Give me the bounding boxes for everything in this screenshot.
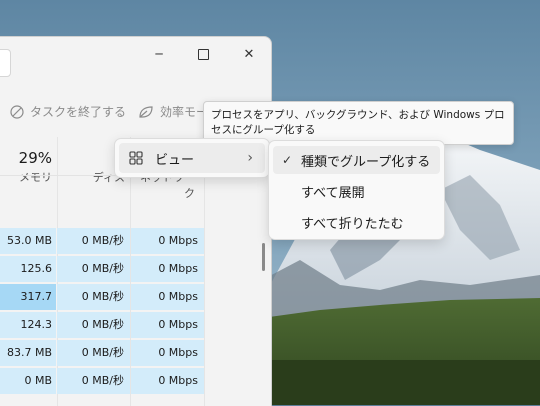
memory-cell: 83.7 MB — [0, 340, 56, 366]
expand-all-item[interactable]: すべて展開 — [273, 177, 440, 205]
submenu-item-label: すべて展開 — [301, 185, 365, 201]
close-button[interactable]: ✕ — [226, 40, 271, 68]
maximize-icon — [197, 48, 209, 60]
memory-cell: 124.3 MB — [0, 312, 56, 357]
table-row[interactable]: 125.6 MB0 MB/秒0 Mbps — [0, 256, 204, 301]
memory-cell: 0 MB — [0, 368, 56, 394]
tooltip-text: プロセスをアプリ、バックグラウンド、および Windows プロセスにグループ化… — [211, 109, 505, 136]
close-icon: ✕ — [243, 46, 255, 62]
efficiency-label: 効率モー — [160, 105, 209, 119]
memory-column-header[interactable]: 29% メモリ — [0, 149, 52, 185]
search-input[interactable] — [0, 49, 11, 77]
scrollbar-thumb[interactable] — [262, 243, 265, 271]
disk-cell: 0 MB/秒 — [57, 228, 130, 254]
end-task-icon — [10, 104, 24, 119]
view-submenu: ✓ 種類でグループ化する すべて展開 すべて折りたたむ — [268, 140, 445, 240]
disk-cell: 0 MB/秒 — [57, 312, 130, 338]
maximize-button[interactable] — [180, 40, 226, 68]
table-row[interactable]: 83.7 MB 0 MB/秒 0 Mbps — [0, 340, 204, 367]
task-manager-window: ─ ✕ タスクを終了する 効率モー 29% メモリ 1 ディス 0 ネットワーク… — [0, 36, 272, 406]
network-cell: 0 Mbps — [131, 284, 204, 310]
disk-cell: 0 MB/秒 — [57, 340, 130, 366]
network-cell: 0 Mbps — [131, 368, 204, 394]
table-row[interactable]: 124.3 MB0 MB/秒0 Mbps — [0, 312, 204, 357]
view-menu-label: ビュー — [155, 152, 195, 168]
grid-icon — [129, 151, 143, 165]
memory-cell: 53.0 MB — [0, 228, 56, 254]
memory-percent: 29% — [18, 149, 52, 167]
disk-cell: 0 MB/秒 — [57, 368, 130, 394]
checkmark-icon: ✓ — [281, 153, 293, 167]
minimize-button[interactable]: ─ — [136, 40, 182, 68]
chevron-right-icon: › — [247, 150, 253, 166]
submenu-item-label: すべて折りたたむ — [301, 216, 404, 232]
minimize-icon: ─ — [155, 47, 163, 61]
network-cell: 0 Mbps — [131, 256, 204, 282]
end-task-label: タスクを終了する — [30, 105, 127, 119]
network-cell: 0 Mbps — [131, 228, 204, 254]
network-cell: 0 Mbps — [131, 340, 204, 366]
leaf-icon — [139, 105, 153, 118]
memory-cell: 317.7 MB — [0, 284, 56, 329]
disk-cell: 0 MB/秒 — [57, 284, 130, 310]
table-row[interactable]: 0 MB 0 MB/秒 0 Mbps — [0, 368, 204, 395]
disk-cell: 0 MB/秒 — [57, 256, 130, 282]
submenu-item-label: 種類でグループ化する — [301, 154, 431, 170]
context-menu: ビュー › — [114, 138, 270, 178]
network-cell: 0 Mbps — [131, 312, 204, 338]
group-by-type-item[interactable]: ✓ 種類でグループ化する — [273, 146, 440, 174]
table-row[interactable]: 317.7 MB0 MB/秒0 Mbps — [0, 284, 204, 329]
view-menu-item[interactable]: ビュー › — [119, 143, 265, 173]
efficiency-mode-button[interactable]: 効率モー — [138, 103, 208, 120]
end-task-button[interactable]: タスクを終了する — [10, 103, 126, 120]
memory-label: メモリ — [19, 171, 52, 184]
memory-cell: 125.6 MB — [0, 256, 56, 301]
table-row[interactable]: 53.0 MB 0 MB/秒 0 Mbps — [0, 228, 204, 255]
collapse-all-item[interactable]: すべて折りたたむ — [273, 208, 440, 236]
